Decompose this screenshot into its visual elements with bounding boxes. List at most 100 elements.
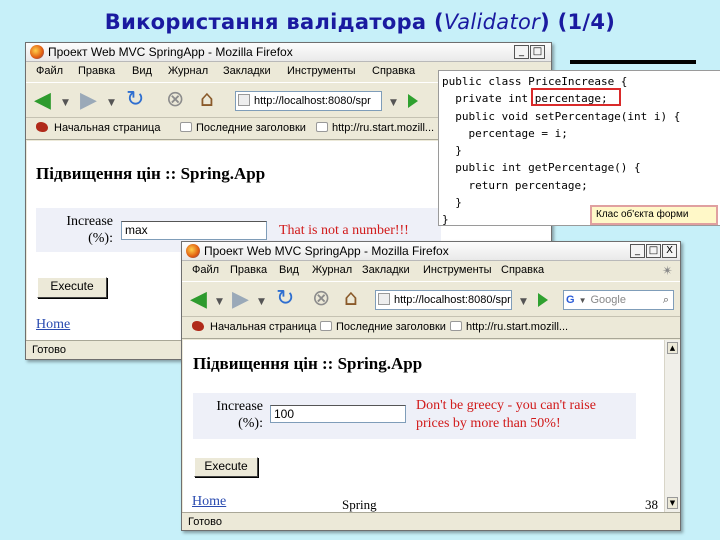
increase-input[interactable]: 100 xyxy=(270,405,406,423)
menu-bookmarks[interactable]: Закладки xyxy=(223,65,271,77)
menu-bar: Файл Правка Вид Журнал Закладки Инструме… xyxy=(182,261,680,281)
home-icon[interactable]: ⌂ xyxy=(344,288,358,310)
scroll-down-icon[interactable]: ▼ xyxy=(667,497,678,509)
forward-arrow-icon[interactable]: ▶ xyxy=(232,289,249,311)
window-title: Проект Web MVC SpringApp - Mozilla Firef… xyxy=(48,45,293,59)
stop-icon[interactable]: ⊗ xyxy=(312,288,330,310)
browser-window-2: Проект Web MVC SpringApp - Mozilla Firef… xyxy=(181,241,681,531)
forward-dropdown-icon[interactable]: ▼ xyxy=(258,297,265,307)
title-bar[interactable]: Проект Web MVC SpringApp - Mozilla Firef… xyxy=(26,43,551,62)
address-dropdown-icon[interactable]: ▼ xyxy=(390,98,397,108)
home-icon[interactable]: ⌂ xyxy=(200,89,214,111)
search-placeholder: Google xyxy=(590,294,626,306)
page-icon xyxy=(378,293,390,305)
error-message: That is not a number!!! xyxy=(279,223,409,238)
menu-bookmarks[interactable]: Закладки xyxy=(362,264,410,276)
google-icon: G xyxy=(566,294,575,306)
page-icon xyxy=(238,94,250,106)
menu-history[interactable]: Журнал xyxy=(312,264,352,276)
code-line: percentage = i; xyxy=(442,126,568,140)
address-input[interactable]: http://localhost:8080/spr xyxy=(375,290,512,310)
menu-edit[interactable]: Правка xyxy=(78,65,115,77)
code-line: public int getPercentage() { xyxy=(442,161,641,175)
status-text: Готово xyxy=(188,516,222,528)
increase-label: Increase (%): xyxy=(66,214,113,246)
menu-history[interactable]: Журнал xyxy=(168,65,208,77)
bookmark-latest-headlines[interactable]: Последние заголовки xyxy=(196,122,306,134)
bookmark-icon xyxy=(36,122,48,132)
status-bar: Готово xyxy=(182,512,680,530)
page-number: 38 xyxy=(645,497,658,512)
firefox-icon xyxy=(186,244,200,258)
bookmark-icon xyxy=(192,321,204,331)
title-bar[interactable]: Проект Web MVC SpringApp - Mozilla Firef… xyxy=(182,242,680,261)
page-title: Підвищення цін :: Spring.App xyxy=(36,164,266,183)
code-line: return percentage; xyxy=(442,178,588,192)
page-icon xyxy=(316,122,328,132)
go-icon[interactable] xyxy=(538,293,548,307)
reload-icon[interactable]: ↻ xyxy=(276,288,294,310)
menu-file[interactable]: Файл xyxy=(192,264,219,276)
address-dropdown-icon[interactable]: ▼ xyxy=(520,297,527,307)
bookmark-start-page[interactable]: Начальная страница xyxy=(210,321,316,333)
slide-title: Використання валідатора (Validator) (1/4… xyxy=(104,10,616,34)
navigation-bar: ◀ ▼ ▶ ▼ ↻ ⊗ ⌂ http://localhost:8080/spr … xyxy=(182,281,680,317)
page-title: Підвищення цін :: Spring.App xyxy=(193,354,423,373)
maximize-button[interactable]: □ xyxy=(646,244,661,258)
execute-button[interactable]: Execute xyxy=(194,457,258,477)
go-icon[interactable] xyxy=(408,94,418,108)
decorative-line xyxy=(570,60,696,64)
back-arrow-icon[interactable]: ◀ xyxy=(190,289,207,311)
rss-icon xyxy=(320,321,332,331)
menu-tools[interactable]: Инструменты xyxy=(287,65,356,77)
menu-help[interactable]: Справка xyxy=(372,65,415,77)
search-icon[interactable]: ⌕ xyxy=(663,291,669,309)
menu-view[interactable]: Вид xyxy=(279,264,299,276)
bookmark-start-page[interactable]: Начальная страница xyxy=(54,122,160,134)
throbber-icon: ✴ xyxy=(662,263,673,278)
menu-help[interactable]: Справка xyxy=(501,264,544,276)
code-line: public void setPercentage(int i) { xyxy=(442,109,681,123)
minimize-button[interactable]: _ xyxy=(630,244,645,258)
maximize-button[interactable]: □ xyxy=(530,45,545,59)
percentage-highlight-box xyxy=(531,88,621,106)
address-text: http://localhost:8080/spr xyxy=(254,95,371,107)
firefox-icon xyxy=(30,45,44,59)
page-icon xyxy=(450,321,462,331)
rss-icon xyxy=(180,122,192,132)
menu-tools[interactable]: Инструменты xyxy=(423,264,492,276)
back-dropdown-icon[interactable]: ▼ xyxy=(216,297,223,307)
minimize-button[interactable]: _ xyxy=(514,45,529,59)
back-arrow-icon[interactable]: ◀ xyxy=(34,90,51,112)
address-text: http://localhost:8080/spr xyxy=(394,294,511,306)
window-title: Проект Web MVC SpringApp - Mozilla Firef… xyxy=(204,244,449,258)
bookmark-start-mozilla[interactable]: http://ru.start.mozill... xyxy=(466,321,568,333)
error-message: Don't be greecy - you can't raise prices … xyxy=(416,398,596,431)
increase-input[interactable]: max xyxy=(121,221,267,240)
stop-icon[interactable]: ⊗ xyxy=(166,89,184,111)
forward-dropdown-icon[interactable]: ▼ xyxy=(108,98,115,108)
execute-button[interactable]: Execute xyxy=(37,277,107,298)
back-dropdown-icon[interactable]: ▼ xyxy=(62,98,69,108)
vertical-scrollbar[interactable]: ▲ ▼ xyxy=(664,340,680,512)
bookmarks-toolbar: Начальная страница Последние заголовки h… xyxy=(182,317,680,339)
home-link[interactable]: Home xyxy=(192,494,226,510)
bookmark-latest-headlines[interactable]: Последние заголовки xyxy=(336,321,446,333)
home-link[interactable]: Home xyxy=(36,317,70,333)
menu-file[interactable]: Файл xyxy=(36,65,63,77)
menu-view[interactable]: Вид xyxy=(132,65,152,77)
form-class-callout: Клас об'єкта форми xyxy=(590,205,718,225)
search-input[interactable]: G ▼ Google ⌕ xyxy=(563,290,674,310)
code-line: } xyxy=(442,144,462,158)
increase-label: Increase (%): xyxy=(216,399,263,431)
reload-icon[interactable]: ↻ xyxy=(126,89,144,111)
status-text: Готово xyxy=(32,344,66,356)
bookmark-start-mozilla[interactable]: http://ru.start.mozill... xyxy=(332,122,434,134)
menu-edit[interactable]: Правка xyxy=(230,264,267,276)
scroll-up-icon[interactable]: ▲ xyxy=(667,342,678,354)
address-input[interactable]: http://localhost:8080/spr xyxy=(235,91,382,111)
forward-arrow-icon[interactable]: ▶ xyxy=(80,90,97,112)
close-button[interactable]: X xyxy=(662,244,677,258)
footer-text: Spring xyxy=(342,497,377,512)
page-content: Підвищення цін :: Spring.App Increase (%)… xyxy=(183,340,665,512)
